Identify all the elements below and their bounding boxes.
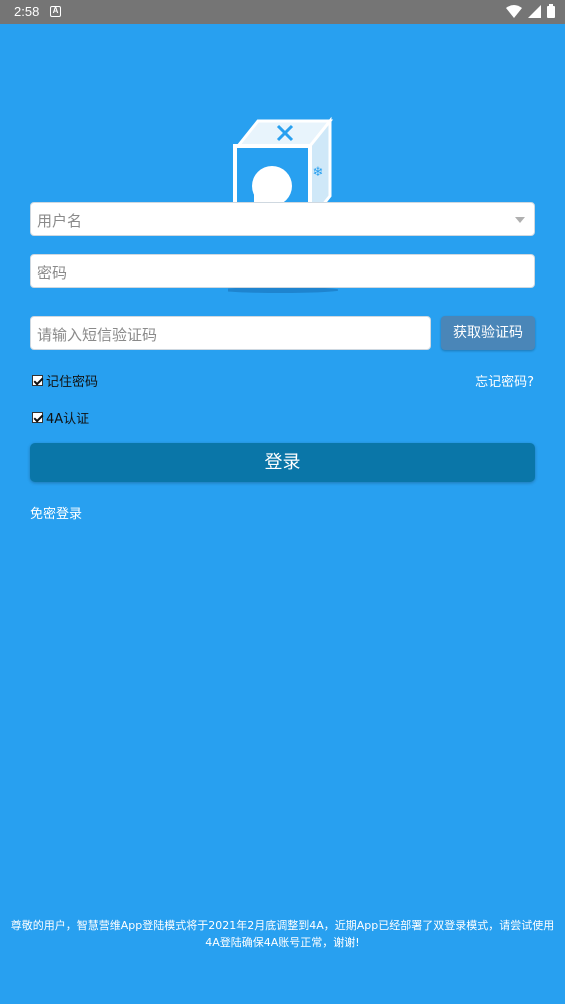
remember-password-checkbox[interactable]: 记住密码 xyxy=(32,371,98,390)
status-time: 2:58 xyxy=(14,4,40,19)
forgot-password-link[interactable]: 忘记密码? xyxy=(475,371,534,390)
remember-password-label: 记住密码 xyxy=(46,375,99,390)
username-field[interactable]: 用户名 xyxy=(30,202,535,236)
signal-icon xyxy=(528,4,541,21)
get-code-button[interactable]: 获取验证码 xyxy=(441,316,535,350)
notice-text: 尊敬的用户，智慧营维App登陆模式将于2021年2月底调整到4A，近期App已经… xyxy=(10,919,555,949)
checkbox-checked-icon[interactable] xyxy=(32,375,43,386)
notification-icon: A xyxy=(50,6,61,17)
wifi-icon xyxy=(506,4,522,21)
svg-text:❄: ❄ xyxy=(313,165,324,180)
auth-4a-checkbox[interactable]: 4A认证 xyxy=(32,408,89,427)
password-free-login-link[interactable]: 免密登录 xyxy=(30,503,82,522)
sms-code-field[interactable]: 请输入短信验证码 xyxy=(30,316,431,350)
username-placeholder: 用户名 xyxy=(37,212,83,230)
sms-code-placeholder: 请输入短信验证码 xyxy=(37,326,158,344)
status-bar: 2:58 A xyxy=(0,0,565,24)
status-icons xyxy=(506,4,555,21)
battery-icon xyxy=(547,4,555,21)
dropdown-arrow-icon[interactable] xyxy=(515,217,525,223)
checkbox-checked-icon[interactable] xyxy=(32,412,43,423)
login-button[interactable]: 登录 xyxy=(30,443,535,482)
password-placeholder: 密码 xyxy=(37,264,68,282)
auth-4a-label: 4A认证 xyxy=(46,412,90,427)
password-field[interactable]: 密码 xyxy=(30,254,535,288)
